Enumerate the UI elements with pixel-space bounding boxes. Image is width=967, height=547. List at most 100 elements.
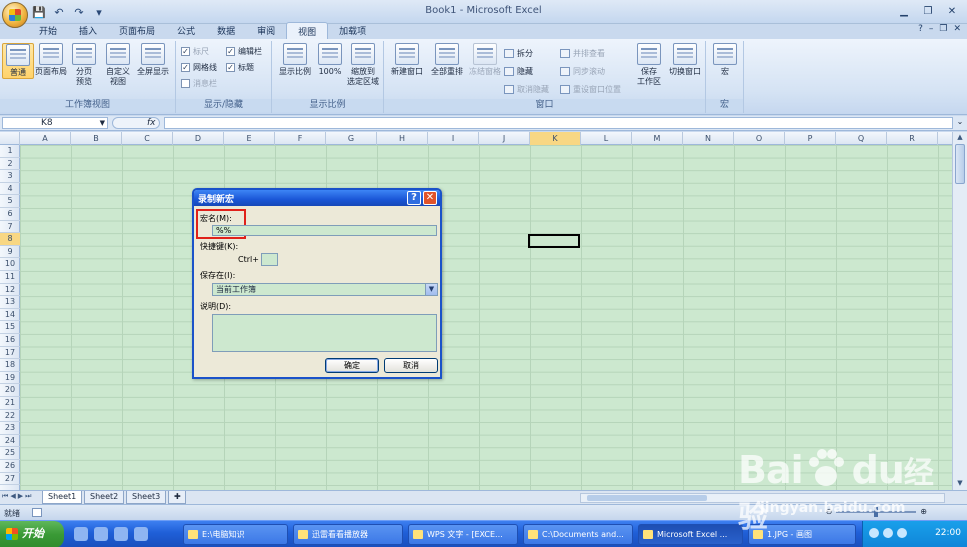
tray-app-icon[interactable] xyxy=(869,528,879,538)
row-header[interactable]: 14 xyxy=(0,309,20,322)
tab-data[interactable]: 数据 xyxy=(206,22,246,39)
row-header[interactable]: 16 xyxy=(0,334,20,347)
shortcut-key-input[interactable] xyxy=(261,253,278,266)
quick-launch-app-icon[interactable] xyxy=(74,527,88,541)
close-button[interactable]: ✕ xyxy=(941,3,963,19)
column-header[interactable]: J xyxy=(479,132,530,145)
row-header[interactable]: 18 xyxy=(0,359,20,372)
tab-page-layout[interactable]: 页面布局 xyxy=(108,22,166,39)
row-header[interactable]: 6 xyxy=(0,208,20,221)
message-bar-checkbox[interactable]: 消息栏 xyxy=(181,77,217,89)
chevron-down-icon[interactable]: ▼ xyxy=(100,118,105,128)
sheet-tab-sheet3[interactable]: Sheet3 xyxy=(126,491,167,504)
name-box[interactable]: K8 ▼ xyxy=(2,117,108,129)
row-header[interactable]: 7 xyxy=(0,221,20,234)
row-header[interactable]: 8 xyxy=(0,233,20,246)
office-button[interactable] xyxy=(2,2,28,28)
store-in-select[interactable]: 当前工作簿 ▼ xyxy=(212,283,438,296)
zoom-in-icon[interactable]: ⊕ xyxy=(920,507,927,516)
sync-scroll-button[interactable]: 同步滚动 xyxy=(560,65,605,77)
next-sheet-icon[interactable]: ▶ xyxy=(18,492,23,501)
description-textarea[interactable] xyxy=(212,314,437,352)
expand-formula-bar-icon[interactable]: ⌄ xyxy=(955,117,965,129)
side-by-side-button[interactable]: 并排查看 xyxy=(560,47,605,59)
zoom-slider[interactable] xyxy=(836,506,917,517)
full-screen-button[interactable]: 全屏显示 xyxy=(134,43,172,77)
reset-window-position-button[interactable]: 重设窗口位置 xyxy=(560,83,621,95)
column-header[interactable]: I xyxy=(428,132,479,145)
prev-sheet-icon[interactable]: ◀ xyxy=(10,492,15,501)
hide-button[interactable]: 隐藏 xyxy=(504,65,533,77)
scroll-thumb[interactable] xyxy=(587,495,707,501)
zoom-button[interactable]: 显示比例 xyxy=(276,43,314,77)
taskbar-item-documents[interactable]: C:\Documents and... xyxy=(523,524,633,545)
network-icon[interactable] xyxy=(897,528,907,538)
macro-name-input[interactable]: %% xyxy=(212,225,437,236)
switch-windows-button[interactable]: 切换窗口 xyxy=(666,43,704,77)
select-all-corner[interactable] xyxy=(0,132,20,145)
row-header[interactable]: 20 xyxy=(0,384,20,397)
row-header[interactable]: 1 xyxy=(0,145,20,158)
tab-home[interactable]: 开始 xyxy=(28,22,68,39)
taskbar-item-folder[interactable]: E:\电脑知识 xyxy=(183,524,288,545)
help-icon[interactable]: ? xyxy=(918,24,923,34)
tab-review[interactable]: 审阅 xyxy=(246,22,286,39)
chevron-down-icon[interactable]: ▼ xyxy=(425,284,437,295)
macros-button[interactable]: 宏 xyxy=(709,43,741,77)
row-header[interactable]: 21 xyxy=(0,397,20,410)
scroll-down-icon[interactable]: ▼ xyxy=(955,479,965,489)
custom-views-button[interactable]: 自定义 视图 xyxy=(102,43,134,87)
headings-checkbox[interactable]: ✓ 标题 xyxy=(226,61,254,73)
formula-bar-checkbox[interactable]: ✓ 编辑栏 xyxy=(226,45,262,57)
scroll-thumb[interactable] xyxy=(955,144,965,184)
taskbar-item-paint[interactable]: 1.JPG - 画图 xyxy=(748,524,856,545)
freeze-panes-button[interactable]: 冻结窗格 xyxy=(466,43,504,77)
save-workspace-button[interactable]: 保存 工作区 xyxy=(632,43,666,87)
row-header[interactable]: 23 xyxy=(0,422,20,435)
vertical-scrollbar[interactable]: ▲ ▼ xyxy=(952,132,967,490)
minimize-button[interactable]: ▁ xyxy=(893,3,915,19)
column-header[interactable]: P xyxy=(785,132,836,145)
tab-add-ins[interactable]: 加载项 xyxy=(328,22,377,39)
row-header[interactable]: 3 xyxy=(0,170,20,183)
row-header[interactable]: 19 xyxy=(0,372,20,385)
sheet-tab-sheet2[interactable]: Sheet2 xyxy=(84,491,125,504)
row-header[interactable]: 5 xyxy=(0,195,20,208)
column-header[interactable]: L xyxy=(581,132,632,145)
cancel-button[interactable]: 取消 xyxy=(384,358,438,373)
insert-function-button[interactable]: fx xyxy=(112,117,160,129)
dialog-close-button[interactable]: ✕ xyxy=(423,191,437,205)
gridlines-checkbox[interactable]: ✓ 网格线 xyxy=(181,61,217,73)
column-header[interactable]: A xyxy=(20,132,71,145)
row-header[interactable]: 11 xyxy=(0,271,20,284)
tab-formulas[interactable]: 公式 xyxy=(166,22,206,39)
column-header[interactable]: E xyxy=(224,132,275,145)
tab-insert[interactable]: 插入 xyxy=(68,22,108,39)
worksheet-grid[interactable]: ABCDEFGHIJKLMNOPQR 1 2 3 4 5 6 7 8 9 10 11 12 13 14 15… xyxy=(0,132,952,490)
zoom-out-icon[interactable]: ⊖ xyxy=(826,507,833,516)
ok-button[interactable]: 确定 xyxy=(325,358,379,373)
row-header[interactable]: 22 xyxy=(0,410,20,423)
row-header[interactable]: 12 xyxy=(0,284,20,297)
column-header[interactable]: F xyxy=(275,132,326,145)
row-header[interactable]: 10 xyxy=(0,258,20,271)
start-button[interactable]: 开始 xyxy=(0,521,64,547)
column-header[interactable]: Q xyxy=(836,132,887,145)
workbook-minimize-icon[interactable]: – xyxy=(929,24,934,34)
unhide-button[interactable]: 取消隐藏 xyxy=(504,83,549,95)
formula-input[interactable] xyxy=(164,117,953,129)
page-break-preview-button[interactable]: 分页 预览 xyxy=(68,43,100,87)
row-header[interactable]: 15 xyxy=(0,321,20,334)
column-header[interactable]: D xyxy=(173,132,224,145)
taskbar-item-wps[interactable]: WPS 文字 - [EXCE... xyxy=(408,524,518,545)
normal-view-button[interactable]: 普通 xyxy=(2,43,34,79)
column-header[interactable]: G xyxy=(326,132,377,145)
zoom-to-selection-button[interactable]: 缩放到 选定区域 xyxy=(344,43,382,87)
first-sheet-icon[interactable]: ⏮ xyxy=(2,492,8,501)
workbook-restore-icon[interactable]: ❐ xyxy=(939,24,947,34)
column-header[interactable]: H xyxy=(377,132,428,145)
workbook-close-icon[interactable]: ✕ xyxy=(953,24,961,34)
scroll-up-icon[interactable]: ▲ xyxy=(955,133,965,143)
active-cell[interactable] xyxy=(528,234,580,248)
show-desktop-icon[interactable] xyxy=(114,527,128,541)
